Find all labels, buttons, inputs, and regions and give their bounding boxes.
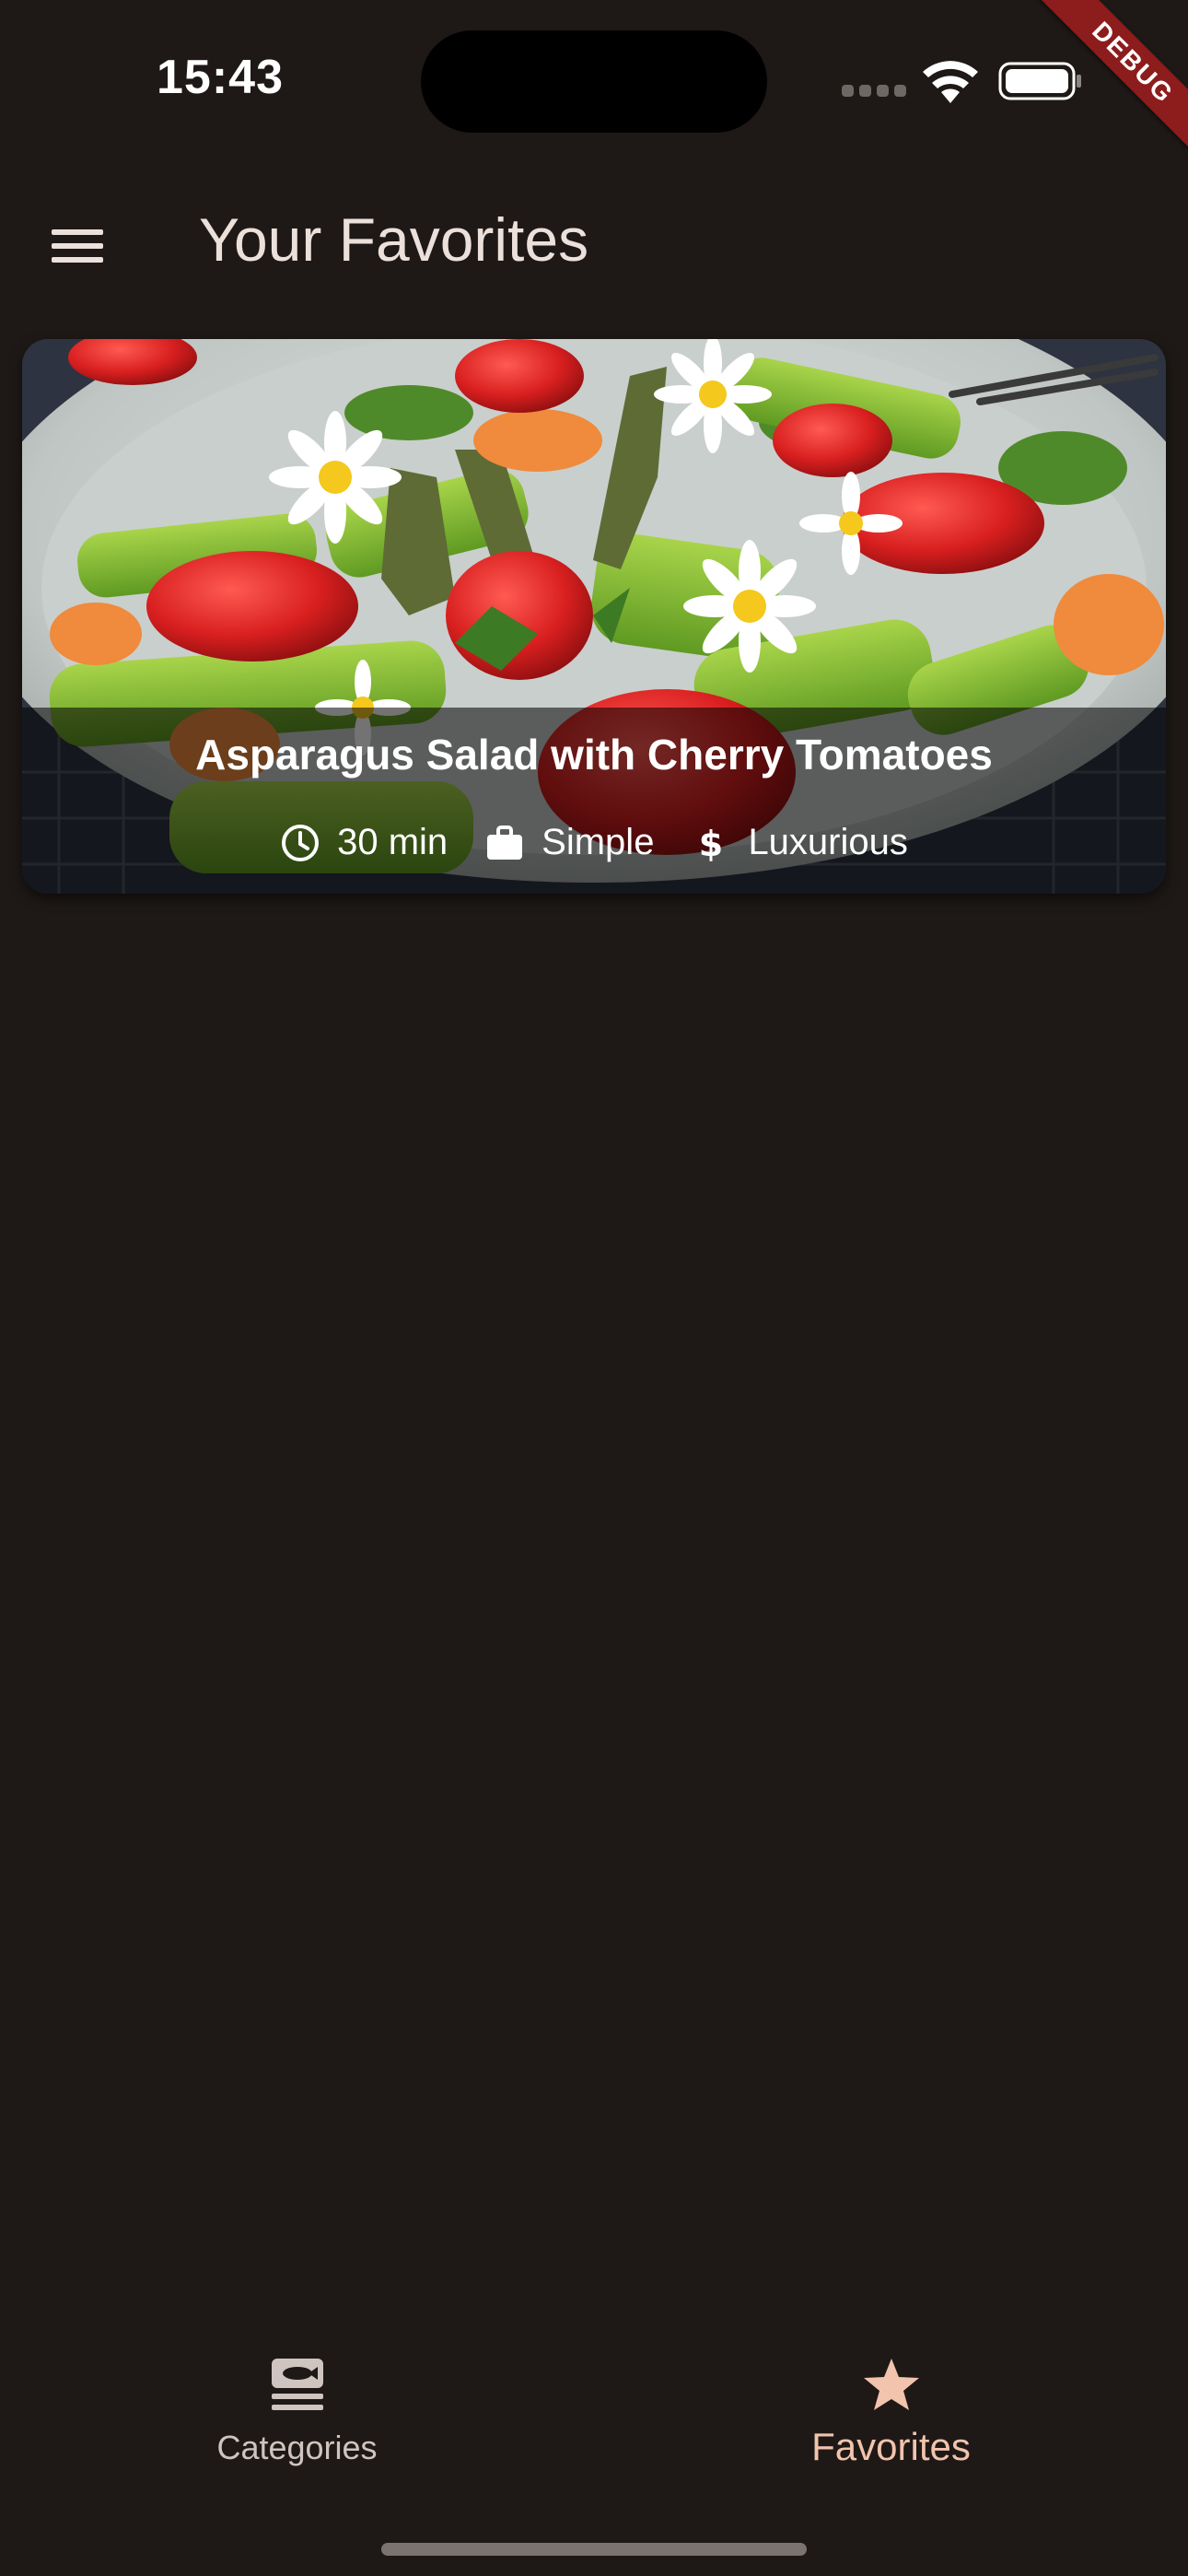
dynamic-island	[421, 30, 767, 133]
meal-title: Asparagus Salad with Cherry Tomatoes	[195, 731, 993, 779]
star-icon	[863, 2359, 919, 2410]
menu-button[interactable]	[28, 206, 127, 286]
briefcase-icon	[487, 825, 523, 860]
meal-duration-label: 30 min	[337, 822, 448, 862]
cellular-signal-icon	[842, 85, 908, 98]
set-meal-icon	[271, 2359, 323, 2410]
meal-affordability-label: Luxurious	[748, 822, 908, 862]
meal-affordability: $ Luxurious	[691, 822, 908, 863]
meal-card[interactable]: Asparagus Salad with Cherry Tomatoes 30 …	[22, 339, 1166, 894]
dollar-icon: $	[699, 824, 723, 863]
status-time: 15:43	[157, 51, 284, 104]
debug-banner: DEBUG	[1004, 0, 1188, 184]
nav-item-favorites[interactable]: Favorites	[594, 2340, 1188, 2488]
nav-label-categories: Categories	[216, 2429, 378, 2466]
svg-text:$: $	[699, 824, 723, 863]
nav-item-categories[interactable]: Categories	[0, 2340, 594, 2488]
hamburger-menu-icon	[52, 228, 103, 264]
meal-duration: 30 min	[280, 822, 448, 863]
page-title: Your Favorites	[199, 205, 589, 274]
app-bar: Your Favorites	[0, 175, 1188, 310]
meal-complexity-label: Simple	[542, 822, 655, 862]
wifi-icon	[923, 61, 978, 103]
debug-label: DEBUG	[1040, 0, 1188, 156]
nav-label-favorites: Favorites	[811, 2425, 971, 2468]
bottom-navigation-bar: Categories Favorites	[0, 2313, 1188, 2506]
clock-icon	[282, 824, 320, 861]
meal-meta-row: 30 min Simple $ Luxurious	[22, 822, 1166, 863]
meal-complexity: Simple	[484, 822, 654, 863]
home-indicator[interactable]	[381, 2543, 807, 2556]
